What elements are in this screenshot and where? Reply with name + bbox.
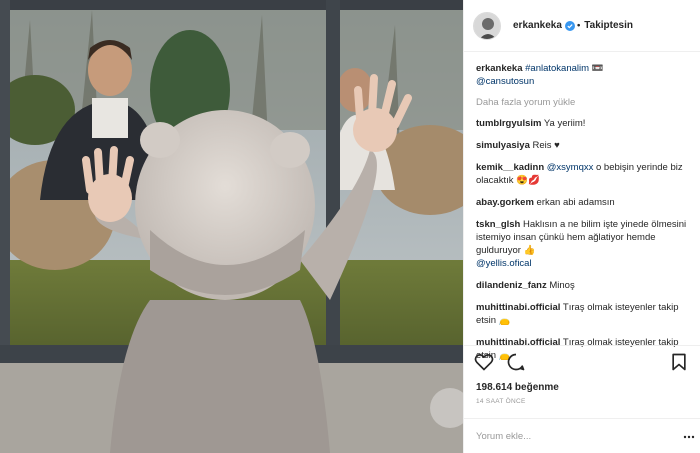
more-dots-icon[interactable] bbox=[683, 431, 695, 443]
post-header: erkankeka • Takiptesin bbox=[464, 0, 700, 52]
comment-username[interactable]: kemik__kadinn bbox=[476, 162, 544, 173]
comment-text: Ya yeriim! bbox=[543, 118, 586, 129]
comment-username[interactable]: muhittinabi.official bbox=[476, 302, 560, 313]
comment-icon[interactable] bbox=[506, 352, 526, 372]
post-photo[interactable] bbox=[0, 0, 463, 453]
likes-count[interactable]: 198.614 beğenme bbox=[476, 382, 559, 393]
comment: tskn_glsh Haklısın a ne bilim işte yined… bbox=[476, 218, 694, 270]
comment: kemik__kadinn @xsymqxx o bebişin yerinde… bbox=[476, 161, 694, 187]
post-sidebar: erkankeka • Takiptesin erkankeka #anlato… bbox=[463, 0, 700, 453]
comment-text: Minoş bbox=[549, 280, 575, 291]
comment-mention[interactable]: @yellis.ofical bbox=[476, 258, 532, 269]
comment-username[interactable]: dilandeniz_fanz bbox=[476, 280, 547, 291]
header-username[interactable]: erkankeka bbox=[513, 20, 562, 31]
verified-badge-icon bbox=[564, 20, 575, 31]
load-more-comments[interactable]: Daha fazla yorum yükle bbox=[476, 97, 694, 108]
comment-username[interactable]: tskn_glsh bbox=[476, 219, 520, 230]
comment-input[interactable] bbox=[476, 430, 666, 442]
caption-mention[interactable]: @cansutosun bbox=[476, 76, 534, 87]
heart-icon[interactable] bbox=[474, 352, 494, 372]
comment: abay.gorkem erkan abi adamsın bbox=[476, 196, 694, 209]
avatar[interactable] bbox=[473, 11, 501, 40]
comment: dilandeniz_fanz Minoş bbox=[476, 279, 694, 292]
comment-text: erkan abi adamsın bbox=[536, 197, 615, 208]
caption-username[interactable]: erkankeka bbox=[476, 63, 522, 74]
post-timestamp[interactable]: 14 SAAT ÖNCE bbox=[476, 398, 526, 405]
caption: erkankeka #anlatokanalim 📼 @cansutosun bbox=[476, 62, 694, 88]
add-comment-bar bbox=[464, 418, 700, 453]
comment: tumblrgyulsim Ya yeriim! bbox=[476, 117, 694, 130]
comments-list: erkankeka #anlatokanalim 📼 @cansutosun D… bbox=[476, 62, 694, 371]
photo-image bbox=[0, 0, 463, 453]
bookmark-icon[interactable] bbox=[669, 352, 689, 372]
action-bar bbox=[464, 345, 700, 381]
caption-emoji: 📼 bbox=[591, 63, 604, 74]
comment-text: Reis ♥ bbox=[532, 140, 560, 151]
follow-button[interactable]: Takiptesin bbox=[584, 20, 633, 31]
header-separator: • bbox=[576, 20, 581, 31]
avatar-image bbox=[474, 12, 500, 39]
comment: muhittinabi.official Tıraş olmak isteyen… bbox=[476, 301, 694, 327]
comment-username[interactable]: simulyasiya bbox=[476, 140, 530, 151]
comment: simulyasiya Reis ♥ bbox=[476, 139, 694, 152]
comment-username[interactable]: tumblrgyulsim bbox=[476, 118, 541, 129]
post-container: erkankeka • Takiptesin erkankeka #anlato… bbox=[0, 0, 700, 453]
comment-username[interactable]: abay.gorkem bbox=[476, 197, 534, 208]
caption-hashtag[interactable]: #anlatokanalim bbox=[525, 63, 589, 74]
comment-mention[interactable]: @xsymqxx bbox=[547, 162, 594, 173]
